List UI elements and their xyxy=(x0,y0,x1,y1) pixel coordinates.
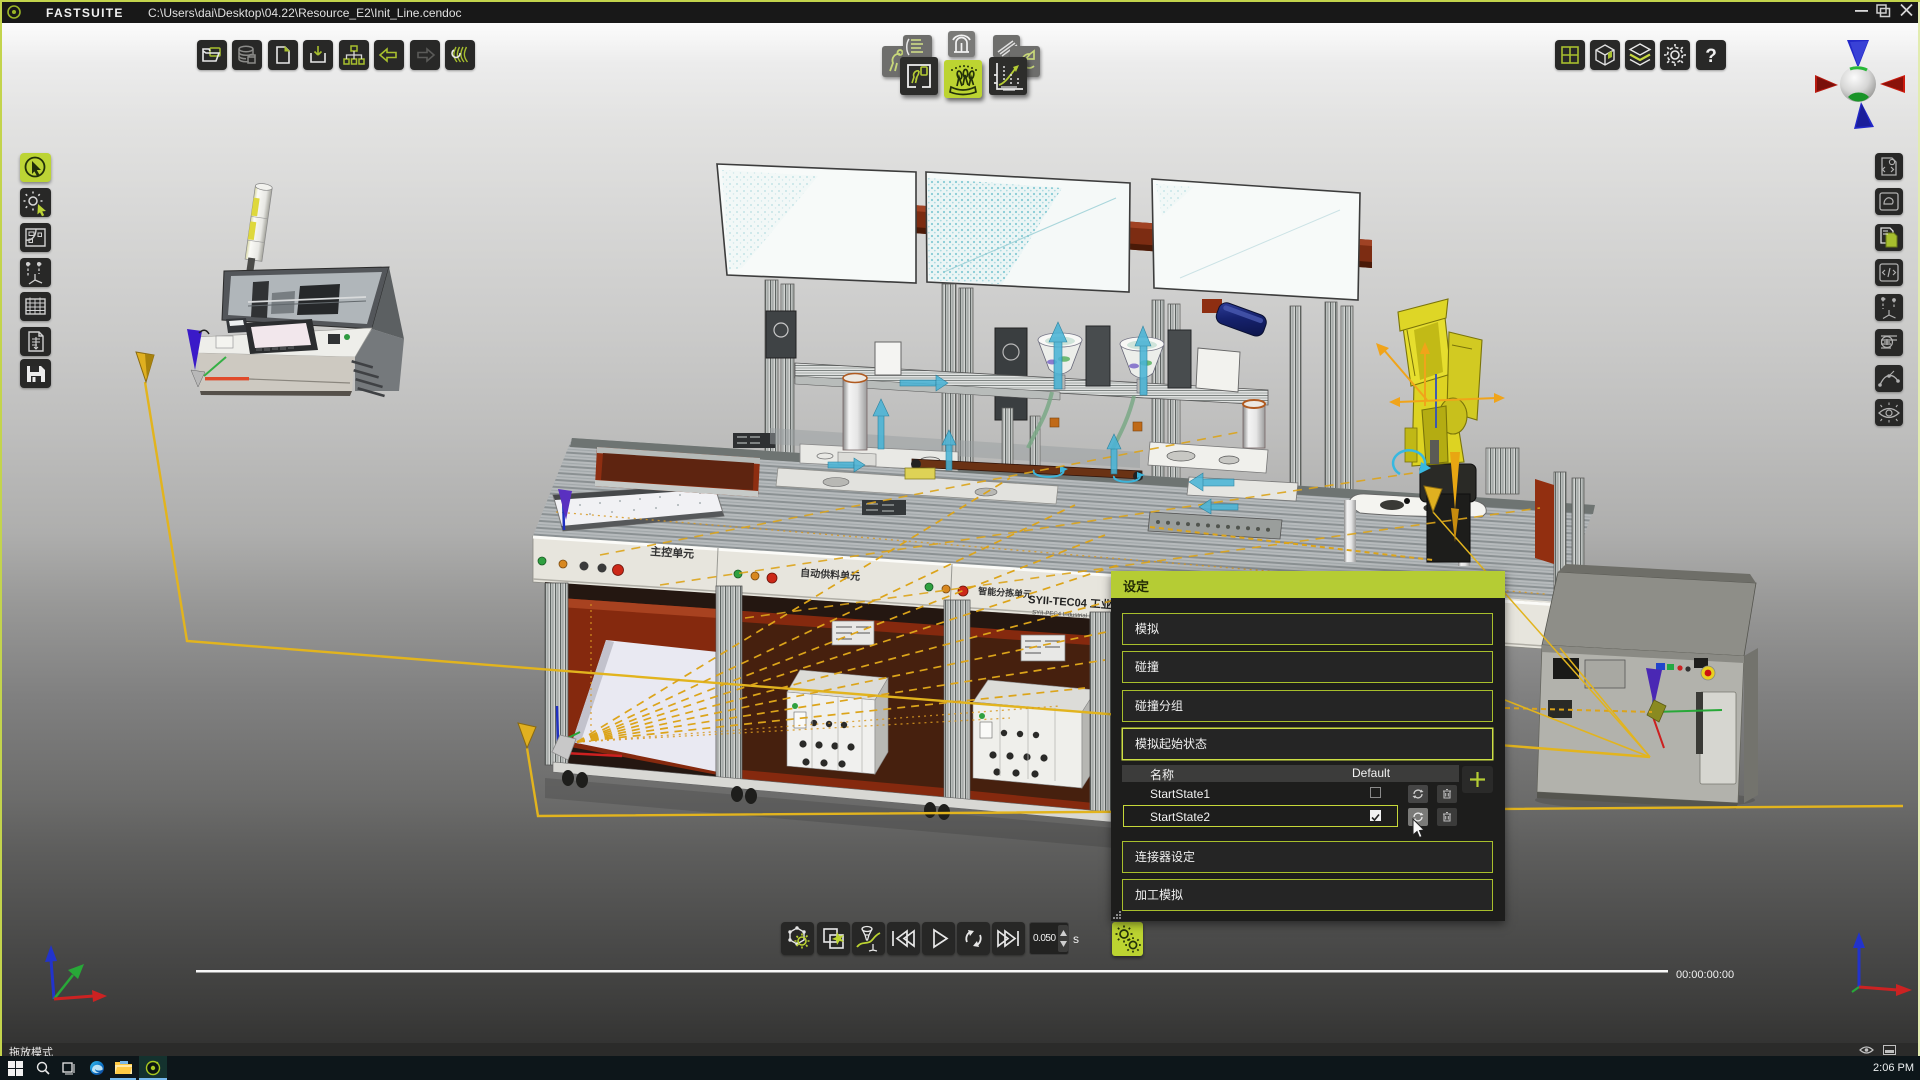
svg-text:00:00:00:00: 00:00:00:00 xyxy=(1676,969,1734,981)
svg-text:?: ? xyxy=(1705,46,1717,67)
